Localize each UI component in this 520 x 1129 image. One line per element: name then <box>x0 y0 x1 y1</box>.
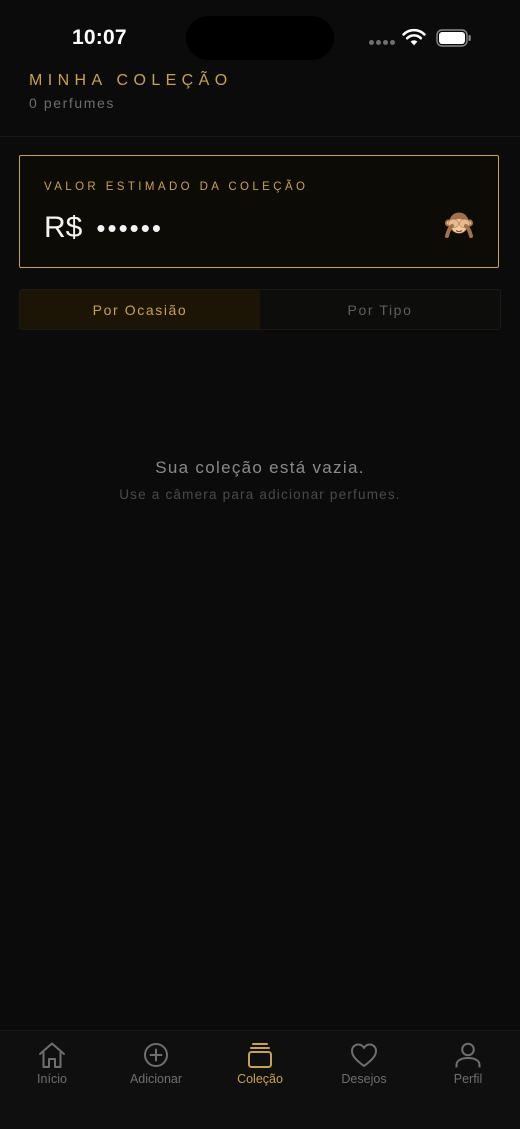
tab-label: Início <box>37 1072 67 1086</box>
tab-desejos[interactable]: Desejos <box>312 1031 416 1129</box>
tab-colecao[interactable]: Coleção <box>208 1031 312 1129</box>
empty-state-title: Sua coleção está vazia. <box>155 458 365 477</box>
tab-bar: Início Adicionar Coleção Desejos Perfil <box>0 1030 520 1129</box>
estimated-value-card: VALOR ESTIMADO DA COLEÇÃO R$ •••••• <box>19 155 499 268</box>
segment-by-occasion[interactable]: Por Ocasião <box>20 290 260 329</box>
segment-by-type[interactable]: Por Tipo <box>260 290 500 329</box>
tab-label: Coleção <box>237 1072 283 1086</box>
collection-screen: 10:07 MINHA COLEÇÃO 0 perfumes VALOR EST… <box>0 0 520 1129</box>
home-icon <box>39 1042 65 1068</box>
empty-state-subtitle: Use a câmera para adicionar perfumes. <box>119 487 401 502</box>
tab-inicio[interactable]: Início <box>0 1031 104 1129</box>
grouping-segmented-control: Por Ocasião Por Tipo <box>19 289 501 330</box>
tab-label: Perfil <box>453 1072 483 1086</box>
wifi-icon <box>402 28 426 46</box>
cellular-signal-icon <box>369 40 397 46</box>
estimated-value-label: VALOR ESTIMADO DA COLEÇÃO <box>44 181 309 193</box>
heart-icon <box>351 1043 377 1067</box>
estimated-value-row: R$ •••••• <box>44 208 163 248</box>
person-icon <box>455 1042 481 1068</box>
masked-value: •••••• <box>96 212 163 243</box>
plus-circle-icon <box>144 1043 168 1067</box>
tab-label: Adicionar <box>129 1072 183 1086</box>
perfume-count: 0 perfumes <box>29 95 116 111</box>
page-title: MINHA COLEÇÃO <box>29 72 233 89</box>
tab-adicionar[interactable]: Adicionar <box>104 1031 208 1129</box>
tab-label: Desejos <box>341 1072 387 1086</box>
tab-perfil[interactable]: Perfil <box>416 1031 520 1129</box>
dynamic-island <box>186 16 334 60</box>
header: MINHA COLEÇÃO 0 perfumes <box>0 60 520 137</box>
battery-icon <box>436 29 471 47</box>
status-time: 10:07 <box>72 26 127 49</box>
currency-symbol: R$ <box>44 211 83 244</box>
empty-state: Sua coleção está vazia. Use a câmera par… <box>0 456 520 504</box>
collection-stack-icon <box>248 1043 272 1068</box>
see-no-evil-monkey-icon[interactable] <box>444 210 474 240</box>
